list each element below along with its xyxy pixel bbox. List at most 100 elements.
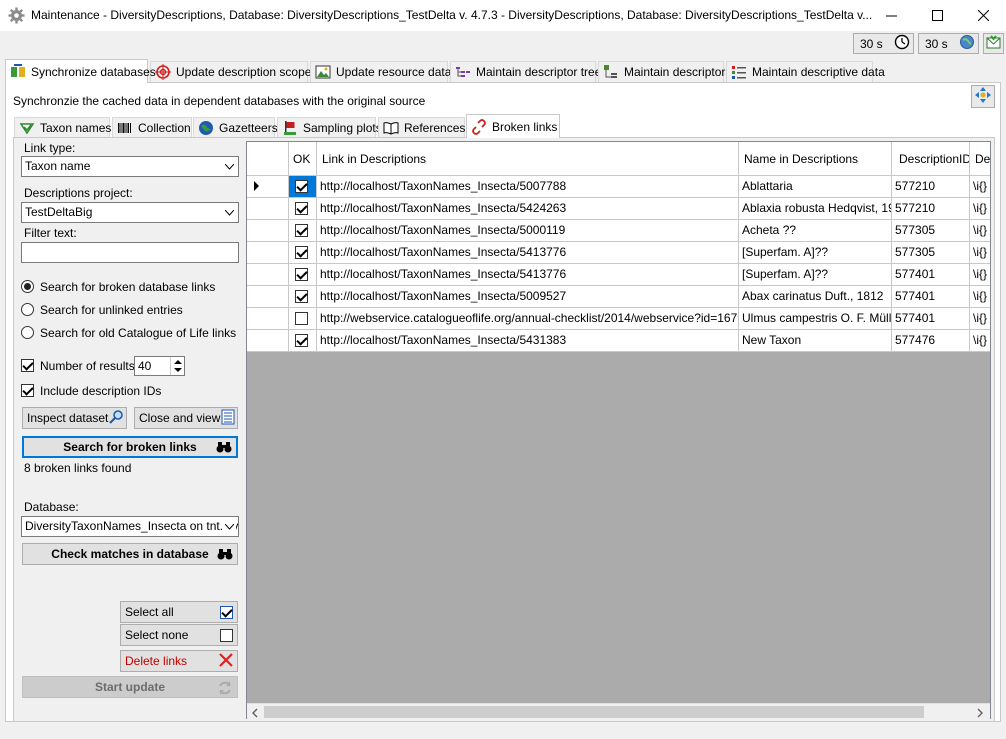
radio-old-col-links[interactable] <box>21 326 34 339</box>
ok-cell[interactable] <box>289 176 317 198</box>
number-of-results-value: 40 <box>138 359 152 373</box>
close-window-button[interactable] <box>960 0 1006 31</box>
radio-unlinked-entries[interactable] <box>21 303 34 316</box>
data-grid-icon <box>731 64 747 80</box>
description-id-cell: 577401 <box>892 286 970 308</box>
start-update-button[interactable]: Start update <box>22 676 238 698</box>
subtab-gazetteers[interactable]: Gazetteers <box>193 117 278 137</box>
column-header-description-id[interactable]: DescriptionID <box>892 142 970 176</box>
subtab-references[interactable]: References <box>378 117 465 137</box>
tab-label: Synchronize databases <box>31 64 156 79</box>
ok-cell[interactable] <box>289 242 317 264</box>
column-header-name[interactable]: Name in Descriptions <box>739 142 892 176</box>
ok-checkbox[interactable] <box>295 268 308 281</box>
de-cell: \i{} <box>970 286 990 308</box>
globe-timer-button[interactable]: 30 s <box>918 33 979 54</box>
tab-label: Taxon names <box>40 120 112 135</box>
column-header-de[interactable]: De <box>970 142 990 176</box>
tab-label: Gazetteers <box>219 120 278 135</box>
tab-maintain-descriptive-data[interactable]: Maintain descriptive data <box>726 61 885 82</box>
table-row[interactable]: http://webservice.catalogueoflife.org/an… <box>247 308 990 330</box>
globe-icon <box>198 120 214 136</box>
de-cell: \i{} <box>970 176 990 198</box>
project-select[interactable]: TestDeltaBig <box>21 202 239 223</box>
link-cell: http://localhost/TaxonNames_Insecta/5424… <box>317 198 739 220</box>
tab-maintain-descriptors[interactable]: Maintain descriptors <box>598 61 731 82</box>
ok-cell[interactable] <box>289 286 317 308</box>
maximize-button[interactable] <box>914 0 960 31</box>
row-header[interactable] <box>247 242 289 264</box>
ok-checkbox[interactable] <box>295 312 308 325</box>
scroll-right-icon[interactable] <box>975 707 985 721</box>
database-select[interactable]: DiversityTaxonNames_Insecta on tnt.dive <box>21 516 239 537</box>
ok-cell[interactable] <box>289 198 317 220</box>
row-header[interactable] <box>247 330 289 352</box>
subtab-taxon-names[interactable]: Taxon names <box>14 117 112 137</box>
ok-checkbox[interactable] <box>295 246 308 259</box>
table-row[interactable]: http://localhost/TaxonNames_Insecta/5000… <box>247 220 990 242</box>
link-type-select[interactable]: Taxon name <box>21 156 239 177</box>
broken-link-icon <box>471 118 487 135</box>
horizontal-scrollbar[interactable] <box>247 703 990 720</box>
radio-broken-label: Search for broken database links <box>40 280 216 294</box>
scroll-left-icon[interactable] <box>250 707 260 721</box>
tab-maintain-descriptor-trees[interactable]: Maintain descriptor trees <box>450 61 607 82</box>
radio-broken-links[interactable] <box>21 280 34 293</box>
filter-label: Filter text: <box>24 226 77 240</box>
tab-update-description-scopes[interactable]: Update description scopes <box>150 61 317 82</box>
table-row[interactable]: http://localhost/TaxonNames_Insecta/5413… <box>247 264 990 286</box>
subtab-broken-links[interactable]: Broken links <box>466 114 560 138</box>
table-row[interactable]: http://localhost/TaxonNames_Insecta/5424… <box>247 198 990 220</box>
sync-description: Synchronzie the cached data in dependent… <box>13 94 426 108</box>
ok-checkbox[interactable] <box>295 334 308 347</box>
stepper-arrows-icon[interactable] <box>170 357 184 375</box>
table-row[interactable]: http://localhost/TaxonNames_Insecta/5007… <box>247 176 990 198</box>
row-header[interactable] <box>247 198 289 220</box>
ok-checkbox[interactable] <box>295 290 308 303</box>
tab-synchronize-databases[interactable]: Synchronize databases <box>5 59 156 83</box>
ok-cell[interactable] <box>289 220 317 242</box>
row-header[interactable] <box>247 176 289 198</box>
table-row[interactable]: http://localhost/TaxonNames_Insecta/5413… <box>247 242 990 264</box>
ok-cell[interactable] <box>289 330 317 352</box>
include-description-ids-checkbox[interactable] <box>21 384 34 397</box>
subtab-sampling-plots[interactable]: Sampling plots <box>277 117 382 137</box>
ok-checkbox[interactable] <box>295 224 308 237</box>
timer-button[interactable]: 30 s <box>853 33 914 54</box>
ok-checkbox[interactable] <box>295 202 308 215</box>
select-none-button[interactable]: Select none <box>120 624 238 646</box>
row-header[interactable] <box>247 220 289 242</box>
table-row[interactable]: http://localhost/TaxonNames_Insecta/5009… <box>247 286 990 308</box>
sync-icon <box>10 63 26 80</box>
row-header[interactable] <box>247 286 289 308</box>
number-of-results-stepper[interactable]: 40 <box>134 356 185 376</box>
ok-cell[interactable] <box>289 264 317 286</box>
close-and-view-button[interactable]: Close and view <box>134 407 238 429</box>
ok-checkbox[interactable] <box>295 180 308 193</box>
select-all-button[interactable]: Select all <box>120 601 238 623</box>
row-header[interactable] <box>247 264 289 286</box>
number-of-results-checkbox[interactable] <box>21 359 34 372</box>
delete-links-button[interactable]: Delete links <box>120 650 238 672</box>
subtab-collection[interactable]: Collection <box>112 117 192 137</box>
tab-label: Broken links <box>492 119 558 134</box>
tree-icon <box>455 64 471 80</box>
search-broken-links-button[interactable]: Search for broken links <box>22 436 238 458</box>
check-matches-button[interactable]: Check matches in database <box>22 543 238 565</box>
column-header-link[interactable]: Link in Descriptions <box>317 142 739 176</box>
column-header-ok[interactable]: OK <box>289 142 317 176</box>
table-row[interactable]: http://localhost/TaxonNames_Insecta/5431… <box>247 330 990 352</box>
de-cell: \i{} <box>970 308 990 330</box>
number-of-results-label: Number of results: <box>40 359 139 373</box>
row-header[interactable] <box>247 308 289 330</box>
inspect-dataset-button[interactable]: Inspect dataset <box>22 407 127 429</box>
broken-links-grid[interactable]: OK Link in Descriptions Name in Descript… <box>246 141 991 719</box>
tab-update-resource-data[interactable]: Update resource data <box>310 61 451 82</box>
scroll-thumb[interactable] <box>264 706 924 718</box>
description-id-cell: 577401 <box>892 308 970 330</box>
feedback-button[interactable] <box>983 33 1004 54</box>
ok-cell[interactable] <box>289 308 317 330</box>
minimize-button[interactable] <box>868 0 914 31</box>
arrange-button[interactable] <box>971 85 995 108</box>
filter-input[interactable] <box>21 242 239 263</box>
